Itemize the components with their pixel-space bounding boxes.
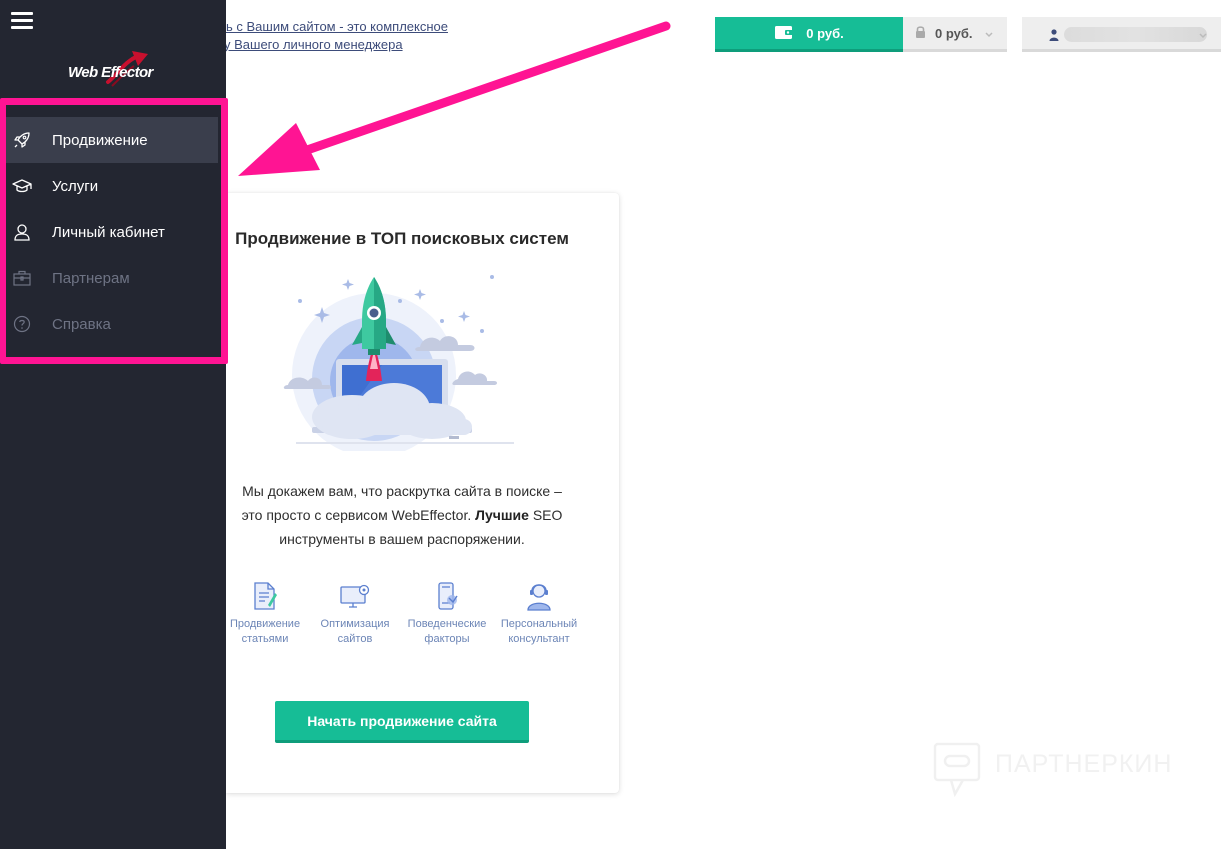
help-circle-icon [12,314,32,334]
description-text: это просто с сервисом WebEffector. [241,507,472,523]
feature-personal-consultant: Персональный консультант [496,579,582,647]
balance-value: 0 руб. [806,25,844,41]
start-promotion-button[interactable]: Начать продвижение сайта [275,701,529,743]
feature-label: Продвижение [229,618,301,630]
sidebar-nav: Продвижение Услуги Личный кабинет Партне… [0,117,218,347]
card-description: Мы докажем вам, что раскрутка сайта в по… [226,479,578,551]
description-bold: Лучшие [475,507,529,523]
balance-button[interactable]: 0 руб. [715,17,903,52]
phone-touch-icon [404,579,490,611]
username-blurred [1064,27,1207,42]
locked-balance-dropdown[interactable]: 0 руб. [903,17,1007,52]
feature-label: Оптимизация [320,618,390,630]
features-list: Продвижение статьями Оптимизация сайтов По… [226,579,596,649]
feature-site-optimization: Оптимизация сайтов [312,579,398,647]
watermark-logo-icon [933,742,981,798]
description-text: SEO [532,507,563,523]
description-text: Мы докажем вам, что раскрутка сайта в по… [242,483,562,499]
sidebar-item-label: Услуги [52,177,99,195]
sidebar-item-account[interactable]: Личный кабинет [0,209,218,255]
feature-label: Персональный [500,618,578,630]
card-title: Продвижение в ТОП поисковых систем [235,229,569,248]
feature-article-promotion: Продвижение статьями [222,579,308,647]
sidebar-item-services[interactable]: Услуги [0,163,218,209]
description-text: инструменты в вашем распоряжении. [279,531,525,547]
graduation-cap-icon [12,176,32,196]
sidebar-item-label: Личный кабинет [52,223,165,241]
chevron-down-icon [984,27,994,42]
rocket-icon [12,130,32,150]
logo[interactable]: Web Effector [66,48,162,90]
hamburger-menu-icon[interactable] [11,12,33,32]
sidebar-item-label: Продвижение [52,131,148,149]
feature-label: консультант [508,633,570,645]
rocket-launch-illustration [283,271,514,451]
sidebar-item-label: Партнерам [52,269,130,287]
sidebar-item-partners[interactable]: Партнерам [0,255,218,301]
feature-label: сайтов [337,633,373,645]
monitor-settings-icon [312,579,398,611]
watermark: ПАРТНЕРКИН [933,742,1193,798]
wallet-icon [774,24,794,43]
page-root: Web Effector Продвижение Услуги Личный к… [0,0,1228,849]
watermark-text: ПАРТНЕРКИН [995,750,1173,778]
promotion-card: Продвижение в ТОП поисковых систем Мы до… [226,193,619,793]
consultant-icon [496,579,582,611]
sidebar-item-promotion[interactable]: Продвижение [0,117,218,163]
briefcase-icon [12,268,32,288]
header-manager-link[interactable]: у Вашего личного менеджера [224,36,448,54]
header-notice-link[interactable]: ь с Вашим сайтом - это комплексное [226,18,448,36]
lock-icon [915,25,926,41]
feature-label: факторы [424,633,470,645]
feature-label: Поведенческие [407,618,487,630]
logo-text: Web Effector [68,64,153,81]
sidebar: Web Effector Продвижение Услуги Личный к… [0,0,226,849]
feature-label: статьями [241,633,289,645]
user-menu-dropdown[interactable] [1022,17,1221,52]
user-icon [12,222,32,242]
article-icon [222,579,308,611]
feature-behavioral-factors: Поведенческие факторы [404,579,490,647]
sidebar-item-help[interactable]: Справка [0,301,218,347]
chevron-down-icon [1198,27,1208,45]
person-icon [1049,28,1059,46]
locked-balance-value: 0 руб. [935,25,973,41]
header-notice: ь с Вашим сайтом - это комплексное у Ваш… [224,18,448,54]
sidebar-item-label: Справка [52,315,111,333]
